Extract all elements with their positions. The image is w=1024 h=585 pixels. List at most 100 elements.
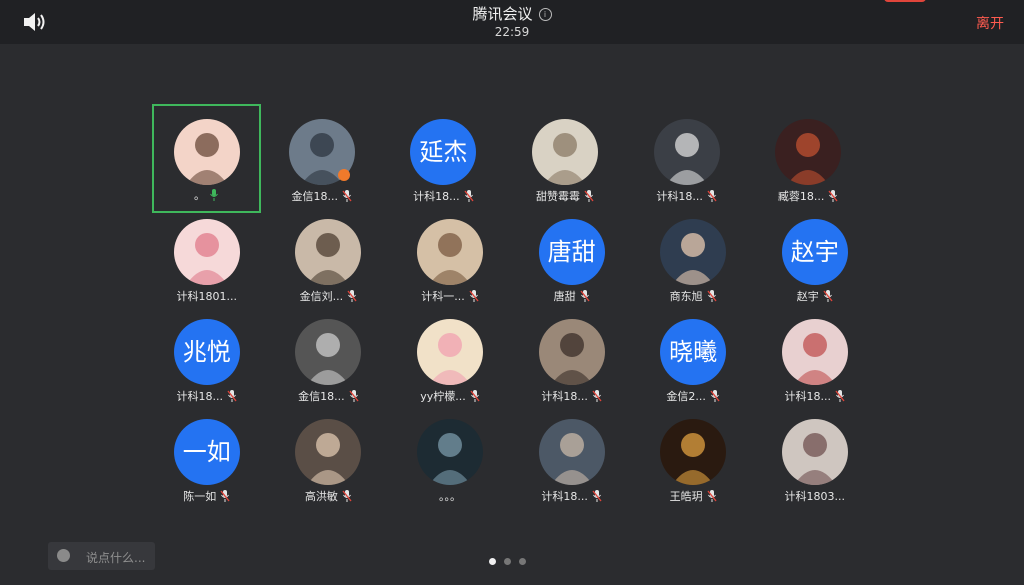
participant-tile[interactable]: 延杰计科18...: [383, 104, 505, 204]
participant-name-row: 臧蓉18...: [747, 188, 869, 204]
participant-name: 王皓玥: [669, 490, 703, 503]
info-icon[interactable]: i: [538, 8, 552, 21]
avatar: [295, 219, 362, 285]
mic-muted-icon: [828, 190, 838, 202]
participant-tile[interactable]: 王皓玥: [632, 404, 754, 504]
participant-tile[interactable]: 高洪敏: [268, 404, 390, 504]
participant-name: 计科1801...: [176, 290, 238, 303]
participant-name: 商东旭: [669, 290, 703, 303]
participant-name-row: 甜赞霉霉: [504, 188, 626, 204]
meeting-time: 22:59: [494, 25, 530, 39]
mic-muted-icon: [823, 290, 833, 302]
participant-row: 。 金信18... 延杰 计科18... 甜赞霉霉 计科18... 臧蓉18...: [146, 104, 876, 213]
participant-name: 计科一...: [421, 290, 465, 303]
participant-name-row: 赵宇: [754, 288, 876, 304]
participant-row: 计科1801... 金信刘... 计科一... 唐甜 唐甜 商东旭 赵宇 赵宇: [146, 204, 876, 304]
mic-muted-icon: [707, 290, 717, 302]
page-indicator[interactable]: [489, 558, 526, 565]
participant-tile[interactable]: 商东旭: [632, 204, 754, 304]
mic-muted-icon: [592, 390, 602, 402]
mic-on-icon: [210, 189, 218, 201]
mic-muted-icon: [592, 490, 602, 502]
participant-name: 。。。: [438, 490, 461, 503]
leave-button[interactable]: 离开: [976, 13, 1004, 33]
participant-name: 金信18...: [298, 390, 345, 403]
participant-tile[interactable]: 。。。: [389, 404, 511, 504]
participant-name: 陈一如: [183, 490, 217, 503]
emoji-icon[interactable]: [57, 549, 70, 562]
participant-tile[interactable]: 计科18...: [511, 404, 633, 504]
mic-muted-icon: [707, 490, 717, 502]
participant-tile[interactable]: 臧蓉18...: [747, 104, 869, 204]
host-badge-icon: [337, 169, 350, 181]
participant-tile[interactable]: yy柠檬...: [389, 304, 511, 404]
participant-name: 高洪敏: [304, 490, 338, 503]
participant-name-row: 计科18...: [754, 388, 876, 404]
mic-muted-icon: [464, 190, 474, 202]
top-bar: 腾讯会议 i 22:59 离开: [0, 0, 1024, 44]
participant-name: 计科18...: [176, 390, 224, 403]
participant-name-row: 。。。: [389, 488, 511, 504]
participant-tile[interactable]: 唐甜 唐甜: [511, 204, 633, 304]
chat-input[interactable]: 说点什么...: [48, 542, 155, 570]
participant-grid: 。金信18... 延杰 计科18... 甜赞霉霉 计科18... 臧蓉18... 计科180…: [146, 104, 876, 504]
participant-tile[interactable]: 金信刘...: [268, 204, 390, 304]
mic-muted-icon: [469, 290, 479, 302]
participant-name: 唐甜: [553, 290, 576, 303]
participant-tile[interactable]: 计科18...: [511, 304, 633, 404]
participant-name-row: 金信刘...: [268, 288, 390, 304]
participant-name-row: 王皓玥: [632, 488, 754, 504]
mic-muted-icon: [584, 190, 594, 202]
avatar: 兆悦: [173, 319, 240, 385]
mic-muted-icon: [710, 390, 720, 402]
page-dot[interactable]: [489, 558, 496, 565]
avatar: 赵宇: [781, 219, 848, 285]
avatar: 一如: [173, 419, 240, 485]
participant-tile[interactable]: 。: [152, 104, 261, 213]
participant-row: 一如 陈一如 高洪敏。。。 计科18... 王皓玥 计科1803...: [146, 404, 876, 504]
participant-name-row: 计科1801...: [146, 288, 268, 304]
participant-name-row: 唐甜: [511, 288, 633, 304]
mic-muted-icon: [347, 290, 357, 302]
participant-name-row: 金信2...: [632, 388, 754, 404]
avatar: 延杰: [410, 119, 477, 185]
mic-muted-icon: [227, 390, 237, 402]
participant-name-row: 计科18...: [511, 388, 633, 404]
participant-tile[interactable]: 晓曦 金信2...: [632, 304, 754, 404]
participant-tile[interactable]: 赵宇 赵宇: [754, 204, 876, 304]
participant-name-row: 计科18...: [383, 188, 505, 204]
participant-name-row: 计科一...: [389, 288, 511, 304]
participant-tile[interactable]: 计科18...: [754, 304, 876, 404]
participant-tile[interactable]: 计科一...: [389, 204, 511, 304]
mic-muted-icon: [349, 390, 359, 402]
page-dot[interactable]: [519, 558, 526, 565]
participant-name-row: 计科1803...: [754, 488, 876, 504]
participant-name: 甜赞霉霉: [535, 190, 580, 203]
avatar: [660, 219, 727, 285]
participant-name-row: 商东旭: [632, 288, 754, 304]
participant-tile[interactable]: 计科1801...: [146, 204, 268, 304]
participant-tile[interactable]: 一如陈一如: [146, 404, 268, 504]
mic-muted-icon: [342, 190, 352, 202]
participant-tile[interactable]: 计科1803...: [754, 404, 876, 504]
avatar: [538, 419, 605, 485]
participant-name-row: 。: [154, 187, 259, 203]
participant-name: 计科18...: [413, 190, 460, 203]
participant-name: 计科18...: [656, 190, 703, 203]
avatar: [775, 119, 842, 185]
participant-tile[interactable]: 甜赞霉霉: [504, 104, 626, 204]
participant-name: yy柠檬...: [420, 390, 466, 403]
avatar: [531, 119, 598, 185]
avatar: [781, 419, 848, 485]
avatar: [416, 419, 483, 485]
participant-name: 计科1803...: [784, 490, 845, 503]
participant-tile[interactable]: 金信18...: [261, 104, 383, 204]
participant-tile[interactable]: 兆悦计科18...: [146, 304, 268, 404]
participant-name: 臧蓉18...: [777, 190, 825, 203]
avatar: [416, 219, 483, 285]
participant-tile[interactable]: 计科18...: [626, 104, 748, 204]
participant-tile[interactable]: 金信18...: [268, 304, 390, 404]
participant-name-row: 高洪敏: [268, 488, 390, 504]
page-dot[interactable]: [504, 558, 511, 565]
participant-name-row: 陈一如: [146, 488, 268, 504]
